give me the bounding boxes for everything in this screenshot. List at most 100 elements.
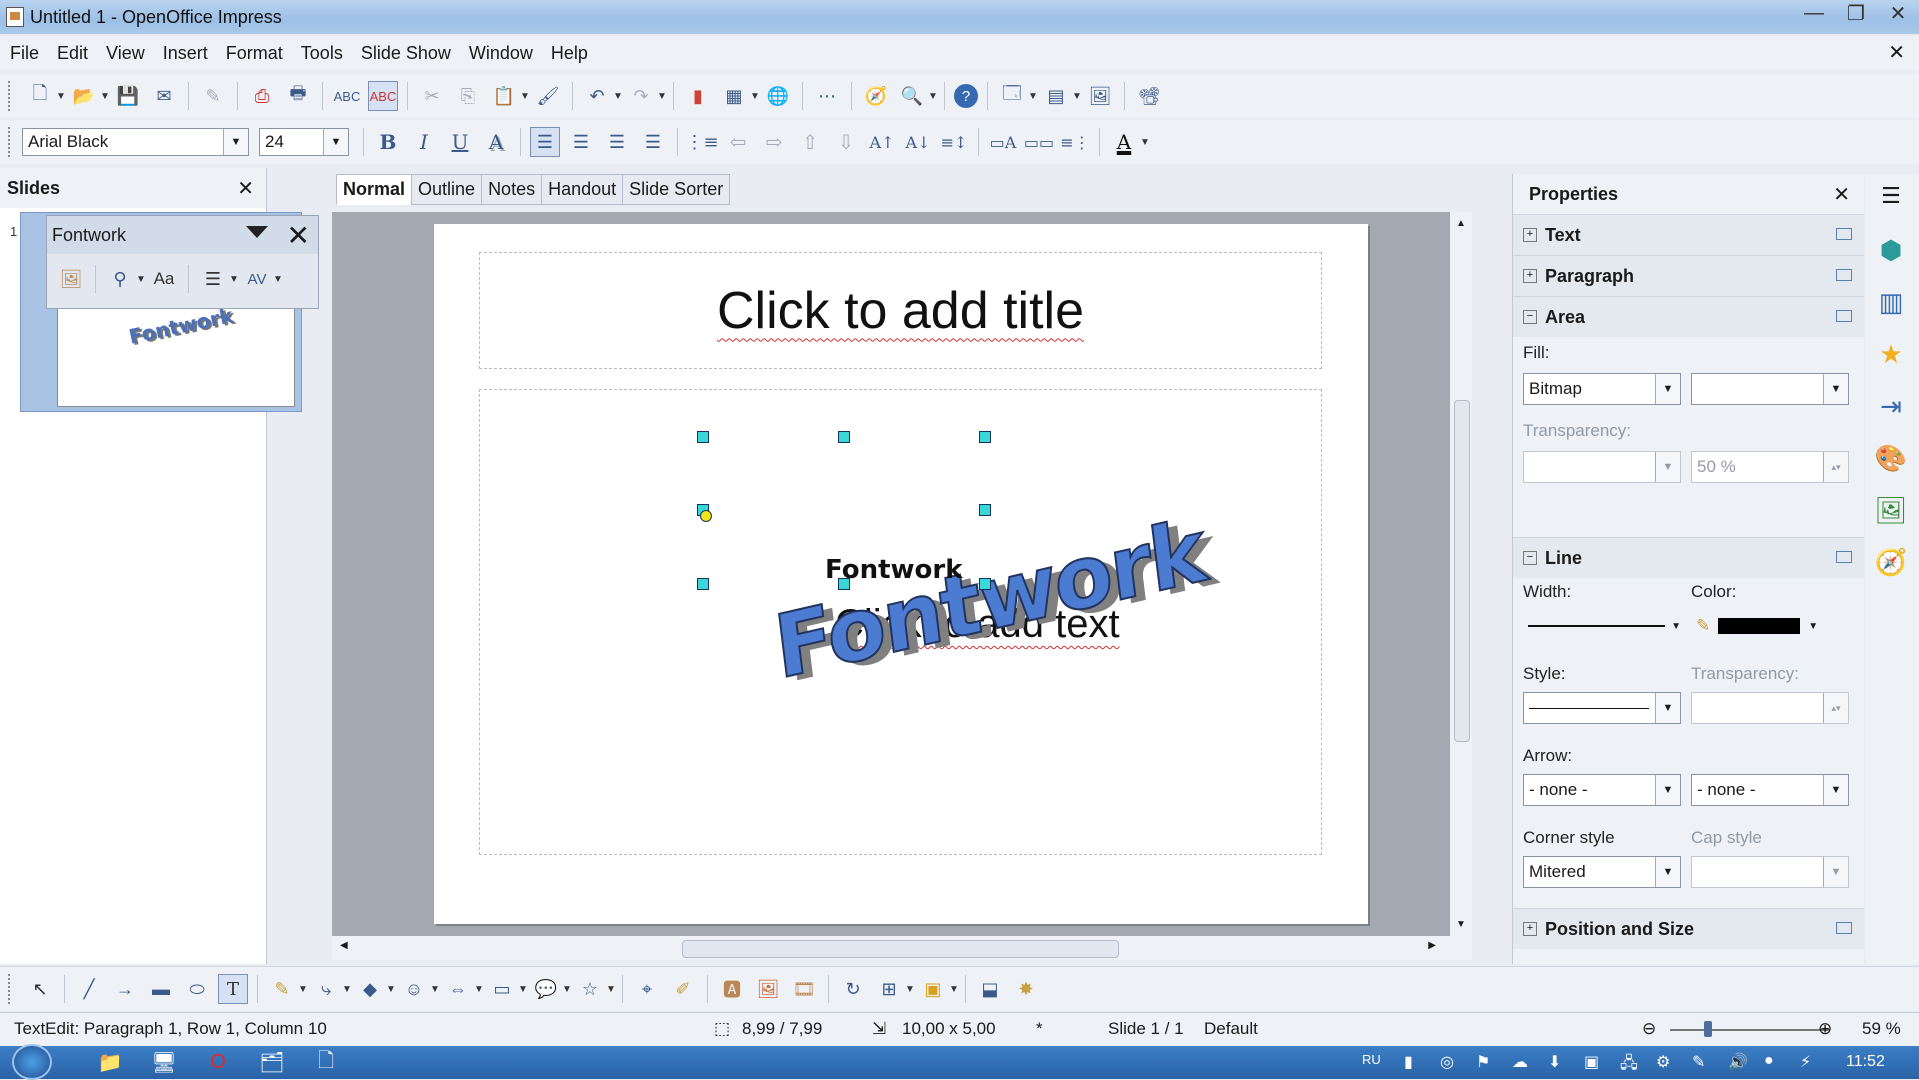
align-right-icon[interactable]: ☰ [602, 127, 632, 157]
more-options-icon[interactable] [1836, 310, 1852, 322]
edit-file-icon[interactable]: ✎ [198, 81, 228, 111]
zoom-in-button[interactable]: ⊕ [1818, 1019, 1832, 1039]
font-size-combo[interactable]: 24 ▼ [259, 128, 349, 156]
slide-icon[interactable]: 🗔 [997, 81, 1027, 111]
master-pages-deck-icon[interactable]: ▥ [1873, 284, 1909, 320]
new-icon[interactable]: 🗋 [25, 81, 55, 111]
body-placeholder[interactable]: Click to add text Fontwork Fontwork [479, 389, 1322, 855]
line-width-select[interactable]: ▼ [1523, 610, 1681, 642]
app-icon[interactable]: 🖥 [142, 1048, 186, 1077]
decrease-spacing-icon[interactable]: A↓ [903, 127, 933, 157]
curve-icon[interactable]: ✎ [267, 974, 297, 1004]
toolbar-grip[interactable] [8, 81, 16, 111]
font-color-dropdown-icon[interactable]: ▼ [1140, 137, 1150, 148]
menu-tools[interactable]: Tools [292, 43, 352, 64]
stars-icon[interactable]: ☆ [575, 974, 605, 1004]
grid-icon[interactable]: ⋯ [812, 81, 842, 111]
navigator-deck-icon[interactable]: 🧭 [1873, 544, 1909, 580]
more-options-icon[interactable] [1836, 269, 1852, 281]
fontwork-same-height-button[interactable]: Aa [149, 264, 179, 294]
line-transparency-field[interactable]: ▴▾ [1691, 692, 1849, 724]
chart-icon[interactable]: ▮ [683, 81, 713, 111]
section-paragraph[interactable]: + Paragraph [1513, 255, 1864, 296]
collapse-icon[interactable]: − [1523, 310, 1537, 324]
cap-style-select[interactable]: ▼ [1691, 856, 1849, 888]
autospellcheck-icon[interactable]: ABC [368, 81, 398, 111]
copy-icon[interactable]: ⎘ [453, 81, 483, 111]
chevron-down-icon[interactable]: ▼ [1823, 775, 1848, 805]
opera-icon[interactable]: O [196, 1048, 240, 1077]
chevron-down-icon[interactable]: ▼ [1655, 693, 1680, 723]
start-button[interactable] [12, 1044, 52, 1080]
alignment-dropdown-icon[interactable]: ▼ [905, 984, 915, 995]
callouts-dropdown-icon[interactable]: ▼ [562, 984, 572, 995]
chevron-down-icon[interactable]: ▼ [1655, 374, 1680, 404]
menu-view[interactable]: View [97, 43, 154, 64]
hyperlink-icon[interactable]: 🌐 [763, 81, 793, 111]
font-name-combo[interactable]: Arial Black ▼ [22, 128, 249, 156]
more-options-icon[interactable] [1836, 551, 1852, 563]
tab-notes[interactable]: Notes [481, 174, 543, 205]
fill-bitmap-select[interactable]: ▼ [1691, 373, 1849, 405]
maximize-button[interactable]: ❐ [1835, 0, 1877, 26]
rotate-icon[interactable]: ↻ [838, 974, 868, 1004]
points-icon[interactable]: ⌖ [632, 974, 662, 1004]
table-dropdown-icon[interactable]: ▼ [750, 91, 760, 102]
arrange-dropdown-icon[interactable]: ▼ [949, 984, 959, 995]
paste-dropdown-icon[interactable]: ▼ [520, 91, 530, 102]
fill-type-select[interactable]: Bitmap ▼ [1523, 373, 1681, 405]
arrow-end-select[interactable]: - none - ▼ [1691, 774, 1849, 806]
scroll-up-icon[interactable]: ▲ [1450, 218, 1472, 229]
toolbar-grip[interactable] [8, 974, 16, 1004]
gallery-deck-icon[interactable]: 🖼 [1873, 492, 1909, 528]
expand-icon[interactable]: + [1523, 269, 1537, 283]
section-position-size[interactable]: + Position and Size [1513, 908, 1864, 949]
fontwork-alignment-dropdown-icon[interactable]: ▼ [229, 274, 239, 285]
table-icon[interactable]: ▦ [719, 81, 749, 111]
block-arrows-dropdown-icon[interactable]: ▼ [474, 984, 484, 995]
alignment-icon[interactable]: ⊞ [874, 974, 904, 1004]
selection-handle[interactable] [979, 578, 991, 590]
fontwork-alignment-icon[interactable]: ☰ [198, 264, 228, 294]
underline-button[interactable]: U [445, 127, 475, 157]
selection-handle[interactable] [979, 431, 991, 443]
line-spacing-icon[interactable]: ≡↕ [939, 127, 969, 157]
tray-icon[interactable]: ⚡ [1800, 1052, 1811, 1072]
chevron-down-icon[interactable]: ▼ [1655, 775, 1680, 805]
properties-deck-icon[interactable]: ⬢ [1873, 232, 1909, 268]
toolbar-grip[interactable] [8, 127, 16, 157]
chevron-down-icon[interactable]: ▼ [1671, 621, 1681, 632]
navigator-icon[interactable]: 🧭 [861, 81, 891, 111]
font-color-icon[interactable]: A [1109, 127, 1139, 157]
curve-dropdown-icon[interactable]: ▼ [298, 984, 308, 995]
cut-icon[interactable]: ✂ [417, 81, 447, 111]
vertical-scrollbar[interactable]: ▲ ▼ [1450, 212, 1472, 936]
title-placeholder[interactable]: Click to add title [479, 252, 1322, 369]
chevron-down-icon[interactable]: ▼ [1655, 452, 1680, 482]
chevron-down-icon[interactable]: ▼ [323, 129, 348, 155]
section-line[interactable]: − Line [1513, 537, 1864, 578]
close-document-icon[interactable]: ✕ [1888, 40, 1905, 65]
section-text[interactable]: + Text [1513, 214, 1864, 255]
close-icon[interactable]: ✕ [287, 219, 310, 252]
fontwork-object[interactable]: Fontwork [768, 500, 1210, 701]
menu-format[interactable]: Format [217, 43, 292, 64]
selection-handle[interactable] [979, 504, 991, 516]
minimize-button[interactable]: — [1793, 0, 1835, 26]
extrusion-icon[interactable]: ⬓ [975, 974, 1005, 1004]
character-icon[interactable]: ▭▭ [1024, 127, 1054, 157]
spellcheck-icon[interactable]: ABC [332, 81, 362, 111]
scroll-down-icon[interactable]: ▼ [1456, 919, 1466, 930]
chevron-down-icon[interactable]: ▼ [223, 129, 248, 155]
interaction-icon[interactable]: ✸ [1011, 974, 1041, 1004]
download-icon[interactable]: ⬇ [1548, 1052, 1561, 1072]
tab-normal[interactable]: Normal [336, 174, 413, 205]
horizontal-scroll-thumb[interactable] [682, 940, 1119, 958]
ellipse-icon[interactable]: ⬭ [182, 974, 212, 1004]
export-pdf-icon[interactable]: ⎙ [247, 81, 277, 111]
scroll-left-icon[interactable]: ◀ [340, 940, 348, 951]
callouts-icon[interactable]: 💬 [531, 974, 561, 1004]
collapse-icon[interactable]: − [1523, 551, 1537, 565]
slide-page[interactable]: Click to add title Click to add text Fon… [434, 224, 1368, 924]
connector-dropdown-icon[interactable]: ▼ [342, 984, 352, 995]
